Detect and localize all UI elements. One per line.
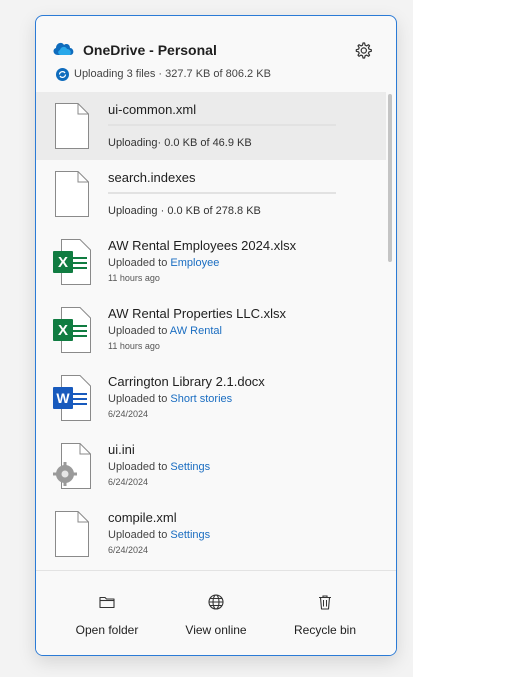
word-file-icon: W: [53, 375, 91, 421]
destination-folder-link[interactable]: Short stories: [170, 393, 232, 405]
upload-destination: Uploaded to Short stories: [108, 393, 232, 405]
file-item[interactable]: compile.xml Uploaded to Settings 6/24/20…: [36, 500, 386, 568]
view-online-label: View online: [185, 623, 247, 637]
file-icon: [55, 511, 89, 557]
app-title: OneDrive - Personal: [83, 42, 217, 58]
upload-time: 11 hours ago: [108, 273, 160, 283]
upload-destination: Uploaded to AW Rental: [108, 325, 222, 337]
sync-icon: [56, 68, 69, 81]
uploaded-to-label: Uploaded to: [108, 257, 168, 269]
recycle-bin-label: Recycle bin: [293, 623, 357, 637]
uploaded-to-label: Uploaded to: [108, 393, 168, 405]
file-icon: [55, 103, 89, 149]
file-name: ui.ini: [108, 442, 135, 457]
upload-time: 6/24/2024: [108, 409, 149, 419]
settings-button[interactable]: [350, 38, 376, 64]
file-name: ui-common.xml: [108, 102, 197, 117]
open-folder-label: Open folder: [75, 623, 139, 637]
upload-time: 11 hours ago: [108, 341, 160, 351]
file-item[interactable]: ui-common.xml Uploading· 0.0 KB of 46.9 …: [36, 92, 386, 160]
svg-text:X: X: [58, 254, 68, 271]
folder-icon: [99, 596, 115, 609]
excel-file-icon: X: [53, 307, 91, 353]
svg-text:X: X: [58, 322, 68, 339]
trash-icon: [319, 595, 331, 610]
globe-icon: [208, 594, 224, 610]
recycle-bin-button[interactable]: Recycle bin: [270, 571, 380, 655]
file-icon: [55, 171, 89, 217]
file-name: AW Rental Employees 2024.xlsx: [108, 238, 297, 253]
file-name: compile.xml: [108, 510, 177, 525]
uploaded-to-label: Uploaded to: [108, 529, 168, 541]
destination-folder-link[interactable]: Employee: [170, 257, 219, 269]
file-item[interactable]: X AW Rental Employees 2024.xlsx Uploaded…: [36, 228, 386, 296]
upload-time: 6/24/2024: [108, 545, 149, 555]
destination-folder-link[interactable]: Settings: [170, 529, 210, 541]
file-item[interactable]: W Carrington Library 2.1.docx Uploaded t…: [36, 364, 386, 432]
upload-progress-text: Uploading· 0.0 KB of 46.9 KB: [108, 137, 252, 149]
open-folder-button[interactable]: Open folder: [52, 571, 162, 655]
upload-progress-bar: [108, 124, 336, 126]
svg-text:W: W: [56, 390, 70, 406]
uploaded-to-label: Uploaded to: [108, 325, 168, 337]
flyout-header: OneDrive - Personal Uploading 3 files · …: [36, 16, 396, 92]
destination-folder-link[interactable]: AW Rental: [170, 325, 222, 337]
view-online-button[interactable]: View online: [161, 571, 271, 655]
upload-destination: Uploaded to Settings: [108, 461, 210, 473]
destination-folder-link[interactable]: Settings: [170, 461, 210, 473]
upload-destination: Uploaded to Employee: [108, 257, 219, 269]
onedrive-flyout: OneDrive - Personal Uploading 3 files · …: [35, 15, 397, 656]
file-name: search.indexes: [108, 170, 196, 185]
file-item[interactable]: ui.ini Uploaded to Settings 6/24/2024: [36, 432, 386, 500]
upload-time: 6/24/2024: [108, 477, 149, 487]
upload-progress-text: Uploading · 0.0 KB of 278.8 KB: [108, 205, 261, 217]
file-item[interactable]: search.indexes Uploading · 0.0 KB of 278…: [36, 160, 386, 228]
file-activity-list: ui-common.xml Uploading· 0.0 KB of 46.9 …: [36, 92, 396, 570]
file-name: AW Rental Properties LLC.xlsx: [108, 306, 286, 321]
flyout-footer: Open folder View online Recycle bin: [36, 570, 396, 655]
upload-progress-bar: [108, 192, 336, 194]
file-item[interactable]: X AW Rental Properties LLC.xlsx Uploaded…: [36, 296, 386, 364]
settings-file-icon: [53, 443, 91, 489]
upload-status: Uploading 3 files · 327.7 KB of 806.2 KB: [74, 68, 271, 80]
file-name: Carrington Library 2.1.docx: [108, 374, 265, 389]
uploaded-to-label: Uploaded to: [108, 461, 168, 473]
onedrive-cloud-icon: [53, 42, 74, 55]
upload-destination: Uploaded to Settings: [108, 529, 210, 541]
list-scrollbar[interactable]: [388, 94, 392, 262]
excel-file-icon: X: [53, 239, 91, 285]
gear-icon: [355, 42, 372, 59]
